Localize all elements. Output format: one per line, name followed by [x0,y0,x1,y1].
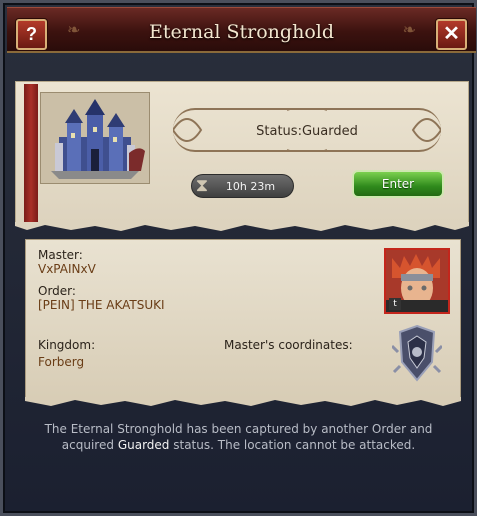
order-value[interactable]: [PEIN] THE AKATSUKI [38,298,165,312]
torn-edge-top-panel [15,222,469,231]
description-suffix: status. The location cannot be attacked. [173,438,416,452]
description-line-2: acquired Guarded status. The location ca… [23,437,454,453]
order-label: Order: [38,284,76,298]
help-button[interactable]: ? [16,19,47,50]
help-icon: ? [26,24,37,44]
close-button[interactable]: ✕ [436,19,467,50]
ribbon-decoration [24,84,38,224]
kingdom-value: Forberg [38,355,85,369]
enter-button[interactable]: Enter [352,170,444,198]
status-scroll: Status:Guarded [173,108,441,152]
owner-info-panel: Master: VxPAINxV Order: [PEIN] THE AKATS… [25,239,461,399]
description-prefix: acquired [61,438,114,452]
status-description: The Eternal Stronghold has been captured… [23,421,454,453]
window-title: Eternal Stronghold [149,21,334,43]
status-text: Status:Guarded [173,124,441,139]
master-label: Master: [38,248,83,262]
castle-image-frame [40,92,150,184]
stronghold-panel: Status:Guarded ⧗ 10h 23m Enter [15,81,469,224]
master-avatar[interactable]: t [384,248,450,314]
master-value[interactable]: VxPAINxV [38,262,96,276]
description-line-1: The Eternal Stronghold has been captured… [44,422,433,436]
description-highlight: Guarded [117,438,170,452]
close-icon: ✕ [443,23,460,45]
timer-value: 10h 23m [225,180,276,193]
coords-label: Master's coordinates: [224,338,353,352]
avatar-badge: t [389,298,401,310]
order-emblem-icon[interactable] [392,322,442,386]
status-value: Guarded [301,124,358,139]
hourglass-icon: ⧗ [195,175,209,196]
castle-icon [51,99,145,179]
guard-timer: ⧗ 10h 23m [191,174,294,198]
kingdom-label: Kingdom: [38,338,96,352]
status-label: Status: [256,124,302,139]
title-bar: ❧ ❧ Eternal Stronghold ? ✕ [7,7,476,53]
eternal-stronghold-window: ❧ ❧ Eternal Stronghold ? ✕ Status:Guarde… [0,0,477,516]
torn-edge-info-panel [25,397,461,406]
